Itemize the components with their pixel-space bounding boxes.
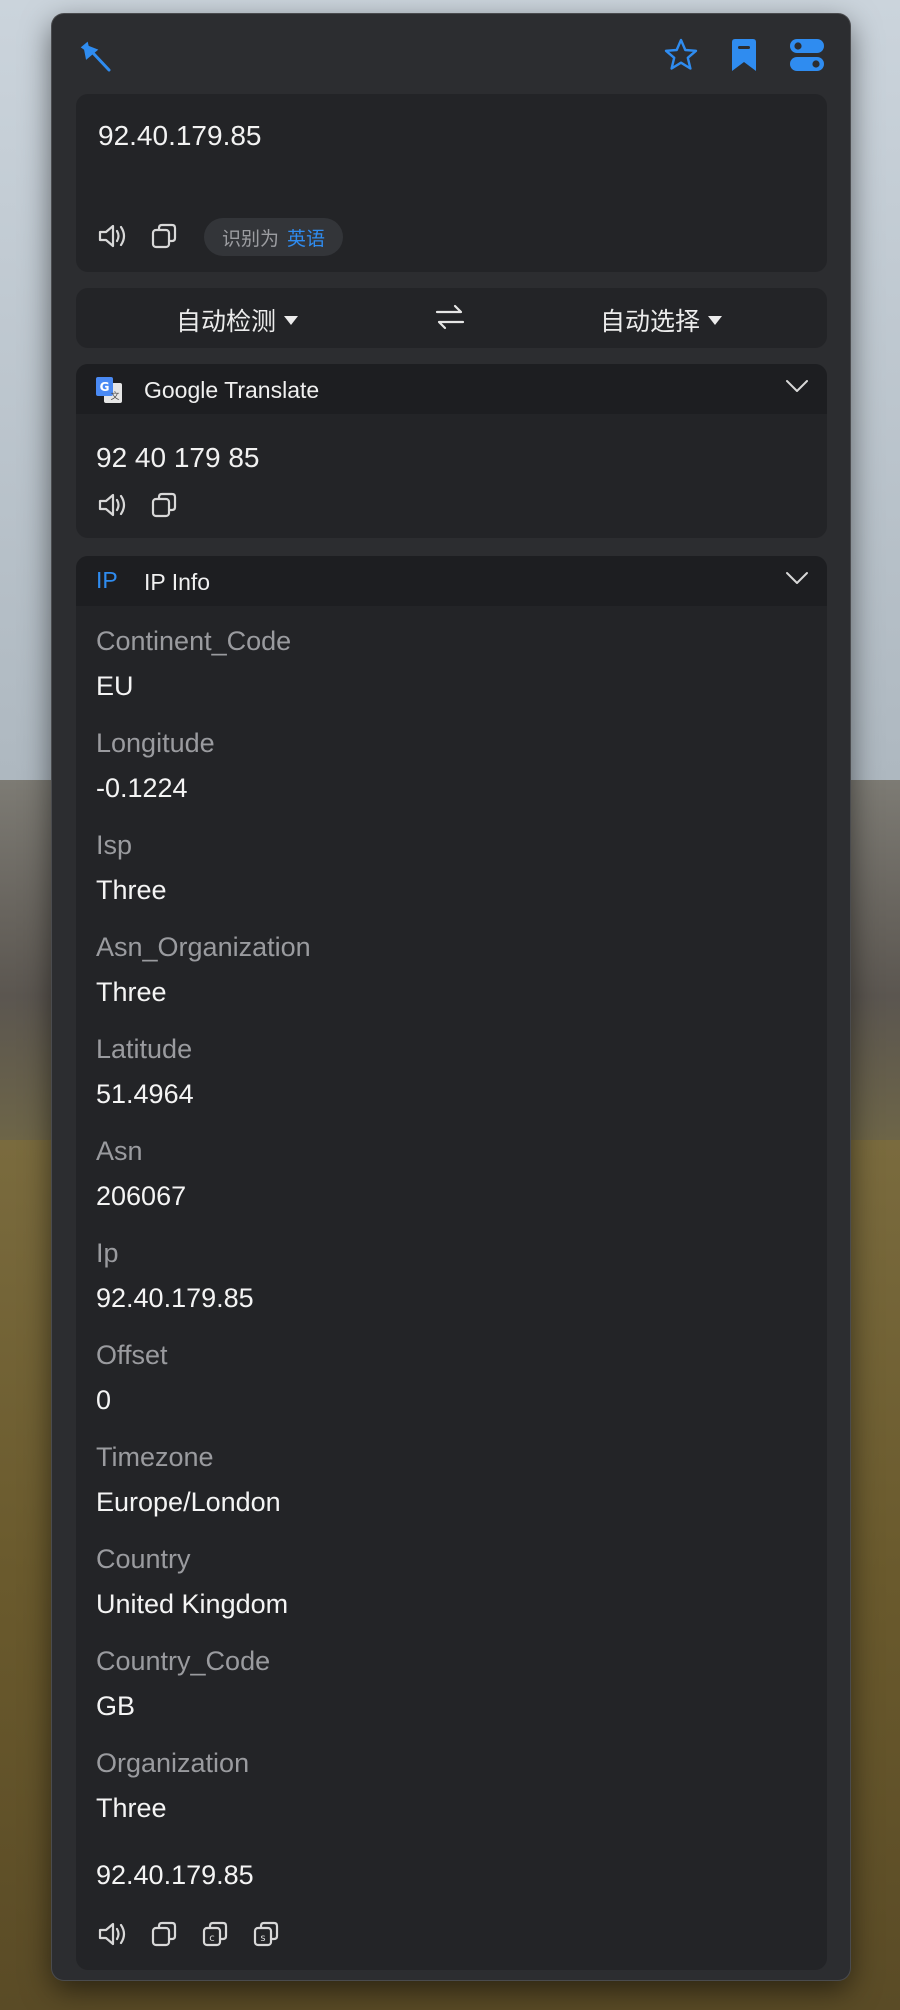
copy-snakecase-icon[interactable]: s [249,1917,283,1951]
copy-icon[interactable] [147,1917,181,1951]
ip-field-row: Timezone Europe/London [96,1442,807,1544]
ip-info-result[interactable]: 92.40.179.85 [96,1860,254,1891]
ip-info-list: Continent_Code EU Longitude -0.1224 Isp Thr… [96,626,807,1850]
chevron-down-icon[interactable] [785,378,809,399]
copy-icon[interactable] [147,488,181,522]
ip-field-row: Country United Kingdom [96,1544,807,1646]
source-text-card[interactable]: 92.40.179.85 [76,94,827,272]
ip-field-value[interactable]: 92.40.179.85 [96,1283,254,1314]
source-text[interactable]: 92.40.179.85 [98,120,262,152]
ip-field-value[interactable]: GB [96,1691,135,1722]
speaker-icon[interactable] [96,219,130,253]
translator-window: 92.40.179.85 识别为 英语 自动检测 自动选择 G文 Google … [52,14,850,1980]
ip-field-row: Offset 0 [96,1340,807,1442]
google-translate-title: Google Translate [144,377,320,403]
ip-field-key: Country [96,1544,191,1574]
target-language-select[interactable]: 自动选择 [600,302,723,338]
chevron-down-icon[interactable] [785,570,809,591]
source-language-select[interactable]: 自动检测 [176,302,299,338]
bookmark-icon[interactable] [723,34,765,76]
ip-field-value[interactable]: Three [96,977,167,1008]
swap-languages-icon[interactable] [434,302,466,337]
ip-field-row: Isp Three [96,830,807,932]
ip-info-card: IP IP Info Continent_Code EU Longitude -0.… [76,556,827,1970]
speaker-icon[interactable] [96,1917,130,1951]
ip-field-value[interactable]: -0.1224 [96,773,188,804]
star-icon[interactable] [660,34,702,76]
ip-field-key: Ip [96,1238,119,1268]
google-translate-card: G文 Google Translate 92 40 179 85 [76,364,827,538]
ip-info-header[interactable]: IP IP Info [76,556,827,606]
ip-field-key: Offset [96,1340,168,1370]
ip-field-value[interactable]: Three [96,1793,167,1824]
toggle-settings-icon[interactable] [786,34,828,76]
ip-field-key: Latitude [96,1034,193,1064]
dropdown-caret-icon [284,315,299,325]
pin-icon[interactable] [74,34,116,76]
ip-field-row: Ip 92.40.179.85 [96,1238,807,1340]
ip-field-value[interactable]: 206067 [96,1181,186,1212]
language-bar: 自动检测 自动选择 [76,288,827,348]
dropdown-caret-icon [708,315,723,325]
detected-language[interactable]: 英语 [287,224,325,251]
detected-prefix: 识别为 [222,228,280,250]
ip-field-row: Longitude -0.1224 [96,728,807,830]
svg-text:文: 文 [110,390,119,402]
ip-field-row: Asn 206067 [96,1136,807,1238]
ip-info-title: IP Info [144,569,211,595]
ip-field-value[interactable]: EU [96,671,134,702]
ip-field-row: Latitude 51.4964 [96,1034,807,1136]
ip-field-row: Asn_Organization Three [96,932,807,1034]
google-translate-logo-icon: G文 [94,375,124,410]
detected-language-pill: 识别为 英语 [204,218,344,256]
ip-field-key: Isp [96,830,133,860]
google-translate-result[interactable]: 92 40 179 85 [96,442,260,474]
ip-field-row: Organization Three [96,1748,807,1850]
top-toolbar [52,14,850,94]
ip-info-logo-icon: IP [96,567,118,593]
ip-field-key: Timezone [96,1442,214,1472]
ip-field-value[interactable]: Three [96,875,167,906]
ip-field-row: Continent_Code EU [96,626,807,728]
source-language-label: 自动检测 [176,308,277,336]
svg-text:s: s [260,1933,265,1944]
speaker-icon[interactable] [96,488,130,522]
ip-field-key: Country_Code [96,1646,271,1676]
svg-text:c: c [209,1933,215,1944]
ip-field-value[interactable]: United Kingdom [96,1589,288,1620]
ip-field-row: Country_Code GB [96,1646,807,1748]
svg-text:G: G [100,380,110,394]
ip-field-key: Continent_Code [96,626,292,656]
copy-icon[interactable] [147,219,181,253]
ip-field-value[interactable]: 51.4964 [96,1079,194,1110]
ip-field-key: Asn [96,1136,143,1166]
copy-camelcase-icon[interactable]: c [198,1917,232,1951]
ip-field-value[interactable]: 0 [96,1385,111,1416]
ip-field-key: Asn_Organization [96,932,311,962]
google-translate-header[interactable]: G文 Google Translate [76,364,827,414]
target-language-label: 自动选择 [600,308,701,336]
ip-field-value[interactable]: Europe/London [96,1487,281,1518]
ip-field-key: Organization [96,1748,250,1778]
ip-field-key: Longitude [96,728,215,758]
